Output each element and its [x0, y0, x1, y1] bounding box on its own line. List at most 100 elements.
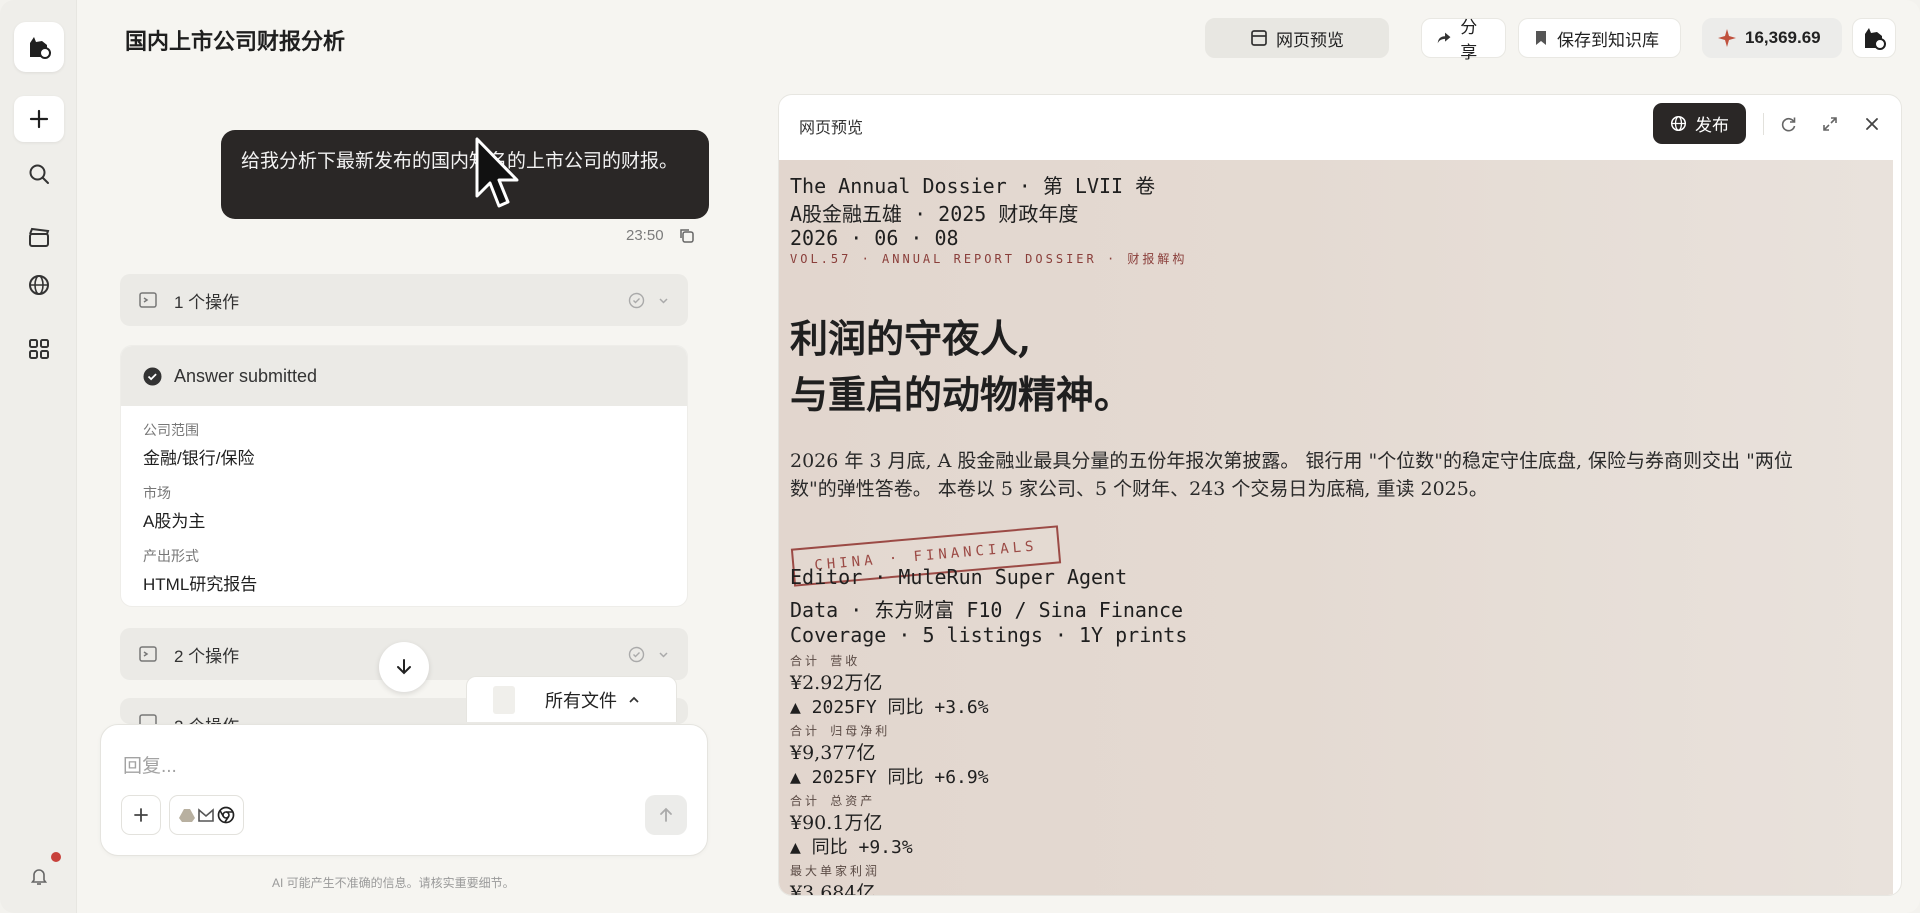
page-title: 国内上市公司财报分析: [125, 29, 346, 54]
report-subhead: A股金融五雄 · 2025 财政年度: [790, 202, 1079, 226]
save-label: 保存到知识库: [1557, 30, 1659, 50]
operations-label: 2 个操作: [174, 712, 239, 724]
report-headline: 与重启的动物精神。: [790, 372, 1133, 417]
share-label: 分享: [1460, 18, 1478, 62]
report-headline: 利润的守夜人,: [790, 316, 1032, 361]
stat-delta: ▲ 2025FY 同比 +3.6%: [790, 697, 989, 718]
user-avatar[interactable]: [1852, 18, 1896, 58]
mouse-cursor-icon: [475, 137, 519, 208]
report-data-source: Data · 东方财富 F10 / Sina Finance: [790, 598, 1184, 622]
plus-icon: [134, 808, 148, 822]
avatar-icon: [1865, 28, 1886, 50]
clapperboard-icon: [29, 227, 50, 247]
app-logo[interactable]: [14, 22, 64, 72]
report-coverage: Coverage · 5 listings · 1Y prints: [790, 623, 1188, 647]
apps-button[interactable]: [14, 326, 64, 372]
publish-button[interactable]: 发布: [1653, 103, 1746, 144]
sparkle-icon: [1718, 29, 1736, 47]
answer-field: 公司范围 金融/银行/保险: [121, 420, 687, 469]
answer-field: 产出形式 HTML研究报告: [121, 546, 687, 595]
check-circle-icon: [628, 292, 645, 308]
credits-value: 16,369.69: [1745, 28, 1821, 47]
field-value: 金融/银行/保险: [143, 449, 255, 468]
answer-title: Answer submitted: [174, 365, 318, 386]
disclaimer: AI 可能产生不准确的信息。请核实重要细节。: [272, 876, 515, 890]
composer: 回复...: [100, 724, 708, 856]
send-button[interactable]: [645, 795, 687, 835]
refresh-button[interactable]: [1776, 112, 1800, 136]
stat-value: ¥90.1万亿: [790, 812, 883, 834]
chevron-down-icon: [659, 651, 668, 658]
report-lede: 2026 年 3 月底, A 股金融业最具分量的五份年报次第披露。 银行用 "个…: [790, 450, 1793, 472]
preview-panel: 网页预览 发布 The Annual Dossier · 第 LVII 卷 A股…: [778, 94, 1902, 896]
chevron-up-icon: [629, 696, 639, 703]
new-chat-button[interactable]: [14, 96, 64, 142]
terminal-icon: [139, 714, 157, 724]
operations-row[interactable]: 1 个操作: [120, 274, 688, 326]
share-arrow-icon: [1437, 32, 1451, 44]
search-icon: [29, 164, 49, 184]
close-icon: [1866, 118, 1878, 130]
report-lede: 数"的弹性答卷。 本卷以 5 家公司、5 个财年、243 个交易日为底稿, 重读…: [790, 478, 1488, 500]
notification-dot: [51, 852, 61, 862]
close-button[interactable]: [1860, 112, 1884, 136]
terminal-icon: [139, 646, 157, 662]
stat-label: 最大单家利润: [790, 864, 881, 878]
stat-label: 合计 归母净利: [790, 724, 891, 738]
field-label: 公司范围: [143, 422, 199, 438]
plus-icon: [29, 109, 49, 129]
answer-header[interactable]: Answer submitted: [121, 346, 687, 406]
refresh-icon: [1781, 117, 1795, 131]
bell-icon: [30, 869, 48, 885]
preview-panel-title: 网页预览: [799, 120, 864, 137]
stat-value: ¥2.92万亿: [790, 672, 883, 694]
web-button[interactable]: [14, 262, 64, 308]
grid-icon: [29, 339, 49, 359]
copy-icon[interactable]: [678, 227, 695, 244]
mule-logo-icon: [30, 37, 51, 59]
search-button[interactable]: [14, 151, 64, 197]
check-circle-icon: [628, 646, 645, 662]
web-preview-button[interactable]: 网页预览: [1205, 18, 1389, 58]
terminal-icon: [139, 292, 157, 308]
attach-button[interactable]: [121, 795, 161, 835]
gmail-icon: [197, 808, 214, 822]
arrow-down-icon: [397, 659, 411, 675]
stat-delta: ▲ 2025FY 同比 +6.9%: [790, 767, 989, 788]
header-divider: [1763, 113, 1764, 135]
tools-button[interactable]: [169, 795, 244, 835]
expand-button[interactable]: [1818, 112, 1842, 136]
field-label: 市场: [143, 485, 171, 501]
report-editor: Editor · MuleRun Super Agent: [790, 565, 1128, 589]
globe-icon: [29, 275, 49, 295]
operations-label: 2 个操作: [174, 646, 240, 666]
app-window: 国内上市公司财报分析 网页预览 分享 保存到知识库 16,369.69 给我分析…: [0, 0, 1920, 913]
field-value: A股为主: [143, 512, 206, 531]
expand-icon: [1823, 117, 1837, 131]
report-masthead: The Annual Dossier · 第 LVII 卷: [790, 174, 1156, 198]
all-files-button[interactable]: 所有文件: [466, 676, 677, 722]
stat-value: ¥3,684亿: [790, 882, 876, 896]
drive-icon: [178, 809, 195, 822]
reply-input[interactable]: 回复...: [123, 751, 177, 778]
user-message-bubble: 给我分析下最新发布的国内知名的上市公司的财报。: [221, 130, 709, 219]
message-time: 23:50: [626, 227, 664, 244]
stat-label: 合计 营收: [790, 654, 861, 668]
all-files-label: 所有文件: [545, 690, 617, 711]
answer-field: 市场 A股为主: [121, 483, 687, 532]
media-button[interactable]: [14, 214, 64, 260]
message-meta: 23:50: [626, 227, 695, 244]
answer-card: Answer submitted 公司范围 金融/银行/保险 市场 A股为主 产…: [120, 345, 688, 607]
publish-label: 发布: [1695, 116, 1729, 135]
stat-value: ¥9,377亿: [790, 742, 876, 764]
stat-delta: ▲ 同比 +9.3%: [790, 837, 913, 858]
report-date: 2026 · 06 · 08: [790, 226, 959, 250]
scroll-down-button[interactable]: [379, 642, 429, 692]
credits-badge[interactable]: 16,369.69: [1702, 18, 1842, 58]
check-filled-icon: [143, 367, 162, 385]
share-button[interactable]: 分享: [1421, 18, 1506, 62]
save-to-knowledge-button[interactable]: 保存到知识库: [1518, 18, 1681, 58]
globe-icon: [1670, 115, 1687, 132]
report-page: The Annual Dossier · 第 LVII 卷 A股金融五雄 · 2…: [779, 160, 1893, 896]
web-preview-label: 网页预览: [1276, 30, 1344, 50]
